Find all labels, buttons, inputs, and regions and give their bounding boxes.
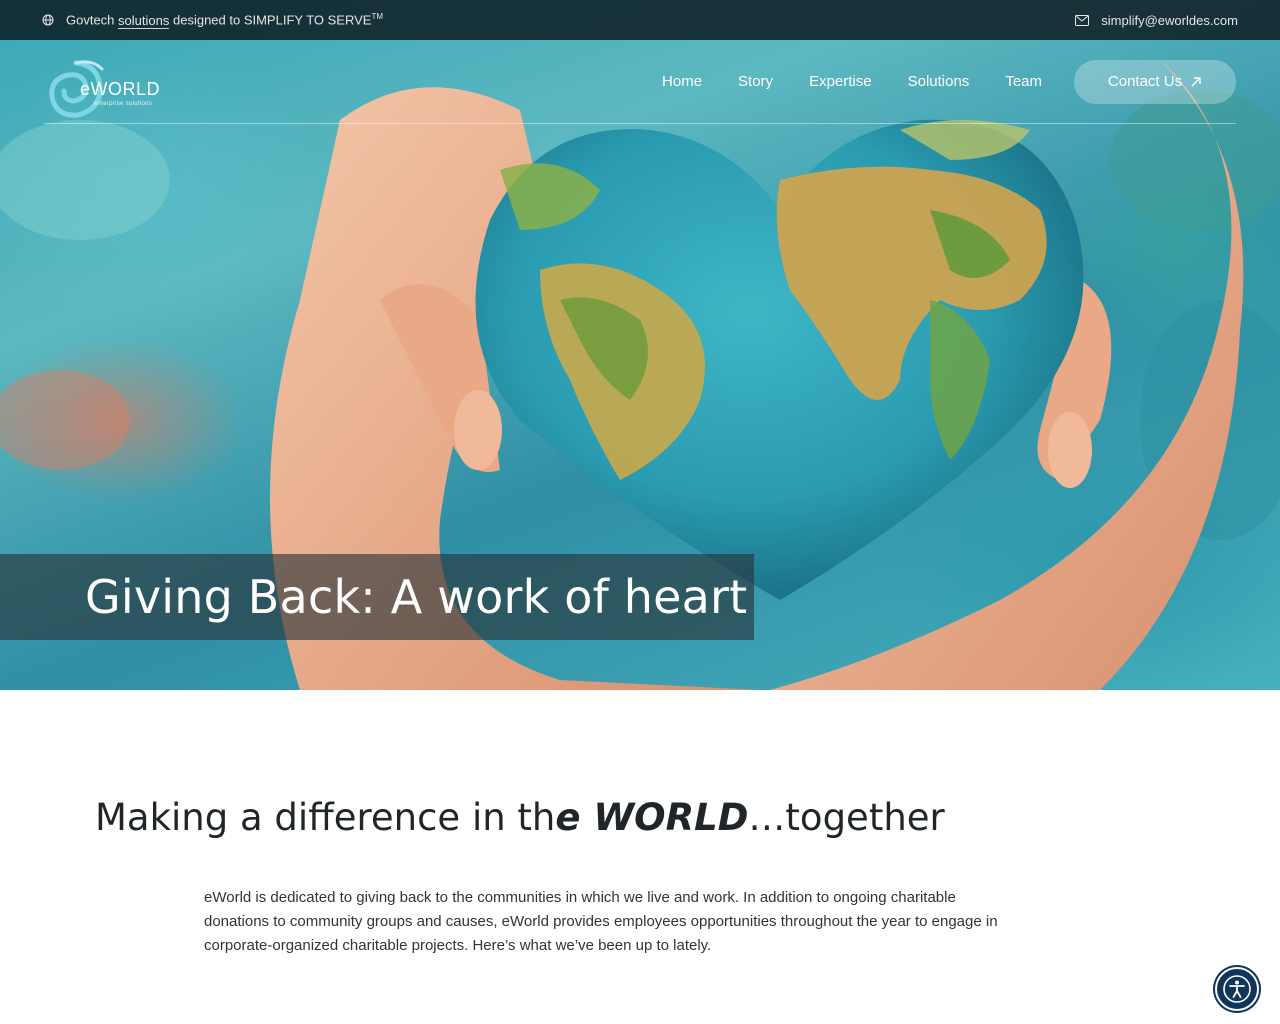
headline-part-2: …together (748, 796, 945, 839)
mail-icon (1075, 14, 1090, 26)
nav-team[interactable]: Team (1005, 73, 1042, 90)
tagline-solutions-link[interactable]: solutions (118, 12, 170, 29)
headline-part-1: Making a difference in th (95, 796, 556, 839)
accessibility-icon (1223, 975, 1251, 1003)
contact-us-button[interactable]: Contact Us (1074, 59, 1236, 104)
section-headline: Making a difference in the WORLD…togethe… (95, 796, 945, 839)
headline-emphasis: e WORLD (555, 796, 749, 839)
arrow-up-right-icon (1191, 76, 1201, 86)
nav-home[interactable]: Home (662, 73, 702, 90)
main-navigation: eWORLD enterprise solutions Home Story E… (44, 40, 1236, 124)
email-link[interactable]: simplify@eworldes.com (1075, 13, 1238, 28)
tagline-prefix: Govtech (66, 12, 115, 28)
logo-subtitle: enterprise solutions (94, 100, 153, 107)
nav-links: Home Story Expertise Solutions Team Cont… (662, 59, 1236, 104)
nav-story[interactable]: Story (738, 73, 773, 90)
intro-paragraph: eWorld is dedicated to giving back to th… (204, 889, 998, 954)
logo-wordmark: eWORLD (80, 78, 161, 99)
email-text[interactable]: simplify@eworldes.com (1101, 13, 1238, 28)
globe-icon (42, 14, 54, 26)
accessibility-button[interactable] (1215, 967, 1259, 1011)
tagline: Govtech solutions designed to SIMPLIFY T… (42, 12, 384, 29)
nav-expertise[interactable]: Expertise (809, 73, 872, 90)
logo[interactable]: eWORLD enterprise solutions (44, 47, 164, 118)
tagline-suffix: designed to SIMPLIFY TO SERVE (172, 12, 372, 28)
top-bar: Govtech solutions designed to SIMPLIFY T… (0, 0, 1280, 40)
contact-us-label: Contact Us (1107, 73, 1183, 90)
nav-solutions[interactable]: Solutions (908, 73, 970, 90)
hero-title: Giving Back: A work of heart (85, 570, 748, 624)
trademark-mark: TM (371, 12, 384, 22)
